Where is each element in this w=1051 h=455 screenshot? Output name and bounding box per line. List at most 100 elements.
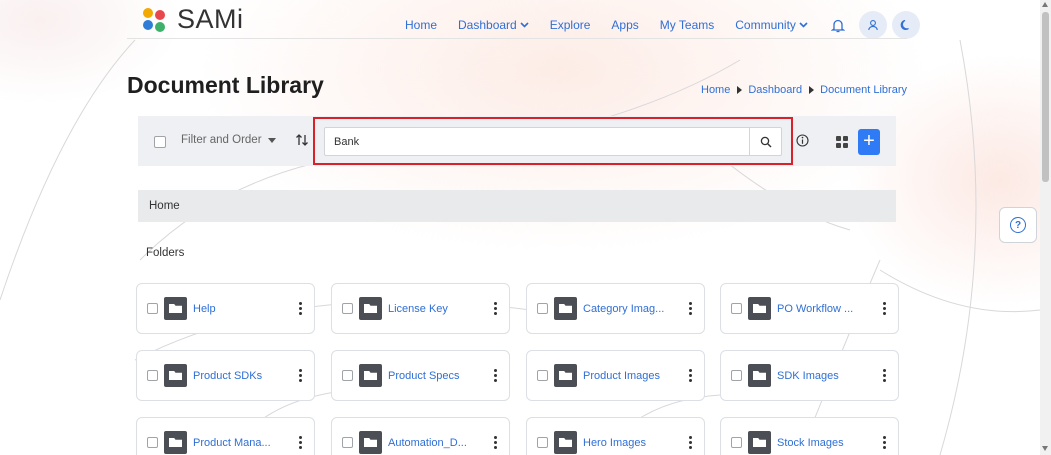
folder-card[interactable]: Product Images [526, 350, 705, 401]
folder-name[interactable]: License Key [388, 303, 484, 315]
folder-icon [164, 364, 187, 387]
folder-name[interactable]: Product Mana... [193, 437, 289, 449]
bell-icon[interactable] [829, 16, 847, 34]
nav-home[interactable]: Home [405, 18, 437, 32]
folder-checkbox[interactable] [147, 370, 158, 381]
folder-name[interactable]: Category Imag... [583, 303, 679, 315]
folder-name[interactable]: Help [193, 303, 289, 315]
filter-order-label: Filter and Order [181, 134, 262, 146]
nav-home-label: Home [405, 18, 438, 32]
folder-card[interactable]: Product Specs [331, 350, 510, 401]
more-options-icon[interactable] [293, 436, 308, 449]
add-button[interactable]: + [858, 129, 880, 155]
folder-name[interactable]: Product Images [583, 370, 679, 382]
folder-card[interactable]: PO Workflow ... [720, 283, 899, 334]
brand-name: SAMi [177, 4, 244, 34]
breadcrumb: Home Dashboard Document Library [701, 84, 907, 96]
folder-card[interactable]: Category Imag... [526, 283, 705, 334]
filter-order-dropdown[interactable]: Filter and Order [181, 134, 276, 146]
more-options-icon[interactable] [293, 369, 308, 382]
folder-name[interactable]: PO Workflow ... [777, 303, 873, 315]
folder-name[interactable]: SDK Images [777, 370, 873, 382]
folder-icon [359, 364, 382, 387]
scrollbar-thumb[interactable] [1042, 12, 1049, 182]
folder-icon [359, 297, 382, 320]
more-options-icon[interactable] [488, 302, 503, 315]
folder-name[interactable]: Hero Images [583, 437, 679, 449]
info-button[interactable] [796, 134, 809, 152]
current-folder-label: Home [149, 200, 180, 212]
folder-card[interactable]: License Key [331, 283, 510, 334]
more-options-icon[interactable] [683, 302, 698, 315]
search-highlight-box [313, 117, 793, 165]
folder-card[interactable]: Automation_D... [331, 417, 510, 455]
folder-checkbox[interactable] [731, 437, 742, 448]
breadcrumb-separator-icon [737, 86, 743, 94]
nav-apps[interactable]: Apps [611, 18, 638, 32]
scroll-up-icon[interactable] [1042, 2, 1048, 7]
folder-checkbox[interactable] [537, 370, 548, 381]
more-options-icon[interactable] [877, 369, 892, 382]
more-options-icon[interactable] [877, 436, 892, 449]
nav-dashboard[interactable]: Dashboard [458, 18, 529, 32]
grid-view-icon[interactable] [836, 136, 848, 148]
select-all-checkbox[interactable] [154, 136, 166, 148]
more-options-icon[interactable] [488, 436, 503, 449]
folder-card[interactable]: Stock Images [720, 417, 899, 455]
breadcrumb-dashboard[interactable]: Dashboard [748, 84, 802, 96]
more-options-icon[interactable] [877, 302, 892, 315]
breadcrumb-home[interactable]: Home [701, 84, 730, 96]
page-scrollbar[interactable] [1040, 0, 1051, 455]
page: SAMi Home Dashboard Explore Apps My Team… [0, 0, 1040, 455]
scroll-down-icon[interactable] [1042, 446, 1048, 451]
chevron-down-icon [799, 22, 808, 28]
nav-my-teams-label: My Teams [659, 18, 715, 32]
help-button[interactable]: ? [999, 207, 1037, 243]
current-folder-bar[interactable]: Home [138, 190, 896, 222]
folder-checkbox[interactable] [537, 303, 548, 314]
folder-name[interactable]: Stock Images [777, 437, 873, 449]
nav-apps-label: Apps [611, 18, 639, 32]
folder-name[interactable]: Automation_D... [388, 437, 484, 449]
folder-icon [748, 431, 771, 454]
theme-toggle-button[interactable] [891, 11, 920, 39]
folder-card[interactable]: Product SDKs [136, 350, 315, 401]
breadcrumb-document-library[interactable]: Document Library [820, 84, 907, 96]
nav-dashboard-label: Dashboard [458, 18, 517, 32]
folder-icon [554, 297, 577, 320]
more-options-icon[interactable] [683, 436, 698, 449]
moon-icon [900, 19, 909, 31]
folder-checkbox[interactable] [342, 303, 353, 314]
folder-checkbox[interactable] [147, 437, 158, 448]
folder-icon [164, 297, 187, 320]
user-icon [868, 20, 878, 31]
nav-community[interactable]: Community [735, 18, 808, 32]
folder-icon [554, 431, 577, 454]
caret-down-icon [267, 137, 276, 143]
folder-name[interactable]: Product SDKs [193, 370, 289, 382]
folder-checkbox[interactable] [147, 303, 158, 314]
folder-card[interactable]: Hero Images [526, 417, 705, 455]
folders-heading: Folders [146, 247, 185, 259]
folder-icon [748, 364, 771, 387]
folder-checkbox[interactable] [537, 437, 548, 448]
folder-checkbox[interactable] [731, 370, 742, 381]
more-options-icon[interactable] [293, 302, 308, 315]
user-menu-button[interactable] [858, 11, 887, 39]
folder-name[interactable]: Product Specs [388, 370, 484, 382]
logo-mark-icon [143, 7, 167, 32]
folder-icon [164, 431, 187, 454]
folder-checkbox[interactable] [731, 303, 742, 314]
app-logo[interactable]: SAMi [143, 4, 244, 35]
nav-my-teams[interactable]: My Teams [660, 18, 714, 32]
sort-toggle-button[interactable] [295, 133, 309, 150]
more-options-icon[interactable] [683, 369, 698, 382]
folder-card[interactable]: Help [136, 283, 315, 334]
breadcrumb-separator-icon [809, 86, 815, 94]
more-options-icon[interactable] [488, 369, 503, 382]
folder-checkbox[interactable] [342, 370, 353, 381]
nav-explore[interactable]: Explore [550, 18, 591, 32]
folder-card[interactable]: SDK Images [720, 350, 899, 401]
folder-card[interactable]: Product Mana... [136, 417, 315, 455]
folder-checkbox[interactable] [342, 437, 353, 448]
